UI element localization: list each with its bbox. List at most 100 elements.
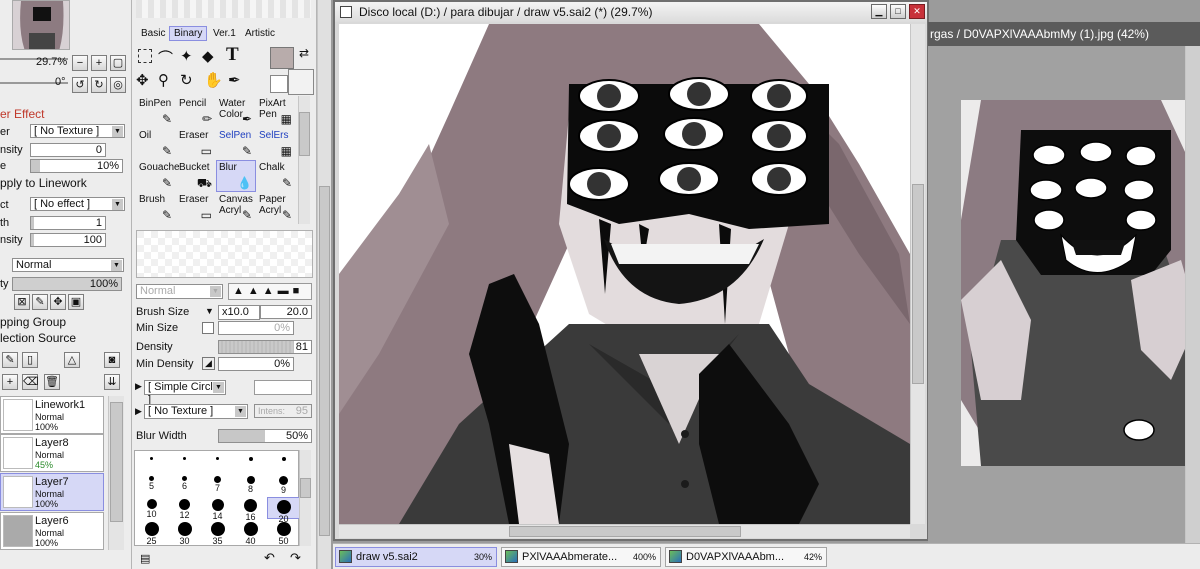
- density-slider[interactable]: 81: [218, 340, 312, 354]
- brush-size-slider[interactable]: 20.0: [260, 305, 312, 319]
- pencil-lock-icon[interactable]: ✎: [32, 294, 48, 310]
- canvas-window-titlebar[interactable]: Disco local (D:) / para dibujar / draw v…: [335, 2, 927, 22]
- rect-select-icon[interactable]: [138, 49, 152, 63]
- texture-size-slider[interactable]: 10%: [30, 159, 123, 173]
- zoom-icon[interactable]: ⚲: [158, 71, 169, 89]
- tool-binpen[interactable]: BinPen ✎: [136, 96, 176, 128]
- reference-image[interactable]: [961, 100, 1198, 466]
- tool-oil[interactable]: Oil ✎: [136, 128, 176, 160]
- reference-scrollbar[interactable]: [1185, 46, 1200, 547]
- brush-size-preset[interactable]: 6: [168, 474, 201, 496]
- layer-item[interactable]: Layer6 Normal 100%: [0, 512, 104, 550]
- effect-intensity-slider[interactable]: 100: [30, 233, 106, 247]
- panel-scrollbar[interactable]: [317, 0, 331, 569]
- foreground-color-swatch[interactable]: [270, 47, 294, 69]
- shape-strength-field[interactable]: [254, 380, 312, 395]
- effect-dropdown[interactable]: [ No effect ] ▼: [30, 197, 125, 211]
- add-icon[interactable]: +: [2, 374, 18, 390]
- rotate-left-button[interactable]: ↺: [72, 77, 88, 93]
- brush-size-preset[interactable]: [135, 451, 168, 473]
- navigator-thumbnail[interactable]: [12, 0, 70, 50]
- layer-scrollbar[interactable]: [108, 396, 124, 550]
- scroll-thumb[interactable]: [319, 186, 330, 536]
- move-icon[interactable]: ✥: [136, 71, 149, 89]
- apply-linework-checkbox[interactable]: pply to Linework: [0, 175, 87, 191]
- texture-density-slider[interactable]: 0: [30, 143, 106, 157]
- drawing-canvas[interactable]: [339, 24, 910, 524]
- maximize-button[interactable]: □: [890, 4, 906, 19]
- tool-brush[interactable]: Brush ✎: [136, 192, 176, 224]
- tool-canvas-acryl[interactable]: Canvas Acryl ✎: [216, 192, 256, 224]
- trash-icon[interactable]: 🗑: [44, 374, 60, 390]
- clipping-group-checkbox[interactable]: pping Group: [0, 314, 66, 330]
- tool-chalk[interactable]: Chalk ✎: [256, 160, 296, 192]
- rotate-icon[interactable]: ↻: [180, 71, 193, 89]
- blend-mode-dropdown[interactable]: Normal ▼: [12, 258, 124, 272]
- brush-size-preset[interactable]: 20: [267, 497, 300, 524]
- brush-size-preset[interactable]: 30: [168, 520, 201, 546]
- tab-binary[interactable]: Binary: [169, 26, 208, 41]
- chevron-right-icon[interactable]: ▶: [135, 406, 142, 417]
- reference-window-titlebar[interactable]: rgas / D0VAPXlVAAAbmMy (1).jpg (42%): [928, 22, 1200, 46]
- eyedropper-icon[interactable]: ✒: [228, 71, 241, 89]
- minimize-button[interactable]: ▁: [871, 4, 887, 19]
- tool-selers[interactable]: SelErs ▦: [256, 128, 296, 160]
- hand-icon[interactable]: ✋: [204, 71, 223, 89]
- min-size-checkbox[interactable]: [202, 322, 214, 334]
- texture-dropdown[interactable]: [ No Texture ] ▼: [30, 124, 125, 138]
- new-folder-icon[interactable]: ▯: [22, 352, 38, 368]
- tab-ver1[interactable]: Ver.1: [208, 26, 241, 41]
- taskbar-document[interactable]: draw v5.sai2 30%: [335, 547, 497, 567]
- new-layer-icon[interactable]: ✎: [2, 352, 18, 368]
- merge-down-icon[interactable]: ⇊: [104, 374, 120, 390]
- brush-size-preset[interactable]: 50: [267, 520, 300, 546]
- close-button[interactable]: ✕: [909, 4, 925, 19]
- tool-paper-acryl[interactable]: Paper Acryl ✎: [256, 192, 296, 224]
- min-density-slider[interactable]: 0%: [218, 357, 294, 371]
- mask-icon[interactable]: ◙: [104, 352, 120, 368]
- tool-pencil[interactable]: Pencil ✏: [176, 96, 216, 128]
- brush-size-preset[interactable]: 40: [234, 520, 267, 546]
- zoom-out-button[interactable]: −: [72, 55, 88, 71]
- brush-size-multiplier[interactable]: x10.0: [218, 305, 260, 320]
- brush-texture-dropdown[interactable]: [ No Texture ] ▼: [144, 404, 248, 419]
- move-lock-icon[interactable]: ✥: [50, 294, 66, 310]
- opacity-slider[interactable]: 100%: [12, 277, 122, 291]
- brush-size-scrollbar[interactable]: [299, 450, 311, 546]
- tool-pixart-pen[interactable]: PixArt Pen ▦: [256, 96, 296, 128]
- selection-source-checkbox[interactable]: lection Source: [0, 330, 76, 346]
- taskbar-document[interactable]: PXlVAAAbmerate... 400%: [501, 547, 661, 567]
- tool-grid-scrollbar[interactable]: [298, 96, 310, 224]
- scroll-thumb[interactable]: [110, 402, 123, 522]
- clear-layer-icon[interactable]: ⌫: [22, 374, 39, 390]
- scroll-thumb[interactable]: [912, 184, 924, 384]
- layer-item[interactable]: Linework1 Normal 100%: [0, 396, 104, 434]
- tool-water-color[interactable]: Water Color ✒: [216, 96, 256, 128]
- tool-bucket[interactable]: Bucket ⛟: [176, 160, 216, 192]
- brush-shape-dropdown[interactable]: [ Simple Circle ] ▼: [144, 380, 226, 406]
- brush-size-preset[interactable]: 10: [135, 497, 168, 519]
- brush-size-preset[interactable]: 8: [234, 474, 267, 496]
- magic-wand-icon[interactable]: ✦: [180, 47, 193, 65]
- layer-effect-icon[interactable]: △: [64, 352, 80, 368]
- canvas-vertical-scrollbar[interactable]: [910, 24, 925, 524]
- tool-selpen[interactable]: SelPen ✎: [216, 128, 256, 160]
- tool-eraser[interactable]: Eraser ▭: [176, 192, 216, 224]
- brush-size-preset[interactable]: [267, 451, 300, 473]
- tool-gouache[interactable]: Gouache ✎: [136, 160, 180, 192]
- brush-size-preset[interactable]: 5: [135, 474, 168, 496]
- brush-size-preset[interactable]: 9: [267, 474, 300, 496]
- redo-icon[interactable]: ↷: [290, 550, 301, 566]
- zoom-reset-button[interactable]: ▢: [110, 55, 126, 71]
- shape-icon[interactable]: ◆: [202, 47, 214, 65]
- tool-blend-dropdown[interactable]: Normal ▼: [136, 284, 223, 299]
- brush-size-preset[interactable]: [201, 451, 234, 473]
- undo-icon[interactable]: ↶: [264, 550, 275, 566]
- brush-size-preset[interactable]: [234, 451, 267, 473]
- pressure-icon[interactable]: ◢: [202, 357, 215, 370]
- chevron-right-icon[interactable]: ▶: [135, 381, 142, 392]
- protect-opacity-icon[interactable]: ⊠: [14, 294, 30, 310]
- brush-size-preset[interactable]: 14: [201, 497, 234, 521]
- brush-size-preset[interactable]: 12: [168, 497, 201, 520]
- lasso-icon[interactable]: ⌒: [158, 47, 173, 68]
